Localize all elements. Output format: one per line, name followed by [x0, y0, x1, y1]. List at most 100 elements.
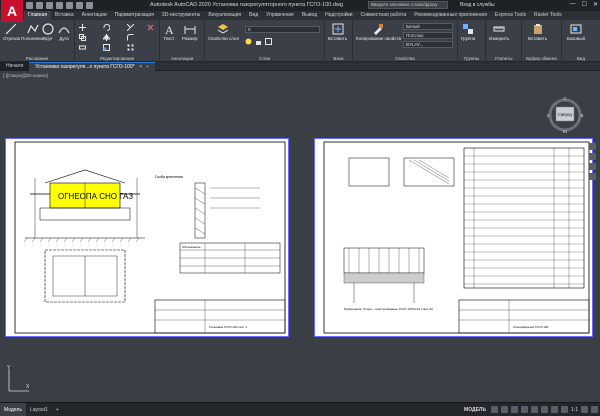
- ribbon-tab-home[interactable]: Главная: [24, 11, 52, 20]
- base-view-button[interactable]: Базовый: [567, 23, 585, 41]
- sheet-2-note: Примечание: Опоры - электросварные ГОСТ …: [344, 307, 433, 311]
- customize-icon[interactable]: [591, 406, 598, 413]
- color-dropdown[interactable]: Белый: [403, 23, 453, 30]
- annotation-group-label: Аннотации: [170, 56, 194, 61]
- grid-icon[interactable]: [491, 406, 499, 413]
- annotation-scale-icon[interactable]: [561, 406, 569, 413]
- steering-wheel-icon[interactable]: [589, 143, 596, 150]
- osnap-icon[interactable]: [531, 406, 539, 413]
- orbit-icon[interactable]: [589, 173, 596, 180]
- viewcube-east: В: [580, 113, 583, 118]
- app-logo-button[interactable]: A: [1, 0, 23, 22]
- ribbon-tab-collaborate[interactable]: Совместная работа: [357, 11, 411, 20]
- minimize-icon[interactable]: —: [570, 1, 576, 8]
- undo-icon[interactable]: [76, 2, 83, 9]
- close-tab-icon[interactable]: ✕: [139, 64, 143, 70]
- linetype-dropdown[interactable]: ПоСлою: [403, 32, 453, 39]
- model-space-toggle[interactable]: МОДЕЛЬ: [462, 407, 488, 413]
- drawing-viewport[interactable]: [-][Сверху][2D-каркас] ОГНЕОПА СНО ГАЗ С…: [0, 71, 600, 402]
- doc-tab-active[interactable]: Установка газорегуля...о пункта ГСГО-100…: [29, 61, 155, 71]
- doc-tab-start[interactable]: Начало: [0, 61, 30, 71]
- ribbon-tab-express-tools[interactable]: Express Tools: [491, 11, 530, 20]
- text-icon: A: [165, 23, 174, 35]
- ribbon-tab-visualize[interactable]: Визуализация: [204, 11, 245, 20]
- polyline-button[interactable]: Полилиния: [21, 23, 44, 41]
- model-tab[interactable]: Модель: [0, 402, 26, 416]
- add-layout-icon[interactable]: +: [52, 403, 63, 416]
- ortho-icon[interactable]: [511, 406, 519, 413]
- circle-button[interactable]: Круг: [42, 23, 54, 41]
- svg-text:X: X: [26, 384, 30, 390]
- close-icon[interactable]: ✕: [593, 1, 598, 8]
- redo-icon[interactable]: [86, 2, 93, 9]
- insert-block-button[interactable]: Вставить: [328, 23, 347, 41]
- pan-icon[interactable]: [589, 153, 596, 160]
- lineweight-icon[interactable]: [551, 406, 559, 413]
- layer-match-icon[interactable]: [265, 38, 272, 45]
- layout1-tab[interactable]: Layout1: [26, 403, 52, 416]
- open-file-icon[interactable]: [36, 2, 43, 9]
- text-button[interactable]: A Текст: [163, 23, 175, 41]
- trim-icon[interactable]: [127, 24, 134, 31]
- line-button[interactable]: Отрезок: [3, 23, 20, 41]
- erase-icon[interactable]: [147, 24, 154, 31]
- viewport-controls[interactable]: [-][Сверху][2D-каркас]: [3, 73, 48, 78]
- measure-button[interactable]: Измерить: [489, 23, 509, 41]
- rotate-icon[interactable]: [103, 24, 110, 31]
- window-title: Autodesk AutoCAD 2020 Установка газорегу…: [150, 2, 343, 8]
- ribbon-tab-3d-tools[interactable]: 3D-инструменты: [158, 11, 204, 20]
- ribbon-tab-output[interactable]: Вывод: [298, 11, 321, 20]
- document-tabs: Начало Установка газорегуля...о пункта Г…: [0, 61, 600, 71]
- snap-icon[interactable]: [501, 406, 509, 413]
- paste-button[interactable]: Вставить: [528, 23, 547, 41]
- ribbon-tab-raster-tools[interactable]: Raster Tools: [530, 11, 566, 20]
- layer-dropdown[interactable]: 0: [245, 26, 320, 33]
- search-input[interactable]: Введите ключевое слово/фразу: [368, 1, 448, 9]
- lineweight-dropdown[interactable]: BYLAY...: [403, 41, 453, 48]
- ribbon-tab-addins[interactable]: Надстройки: [321, 11, 356, 20]
- otrack-icon[interactable]: [541, 406, 549, 413]
- side-title: Скоба крепления: [155, 175, 183, 179]
- array-icon[interactable]: [127, 44, 134, 51]
- ribbon-tab-parametric[interactable]: Параметризация: [111, 11, 158, 20]
- layer-freeze-icon[interactable]: [245, 38, 252, 45]
- arc-button[interactable]: Дуга: [58, 23, 70, 41]
- stretch-icon[interactable]: [79, 44, 86, 51]
- polar-icon[interactable]: [521, 406, 529, 413]
- layer-properties-button[interactable]: Свойства слоя: [208, 23, 239, 41]
- maximize-icon[interactable]: ☐: [582, 1, 587, 8]
- arc-label: Дуга: [59, 36, 69, 41]
- sheet-2-stamp-text: Спецификация ГСГО-100: [513, 325, 549, 329]
- line-icon: [6, 23, 17, 35]
- new-tab-icon[interactable]: +: [146, 64, 149, 70]
- viewcube[interactable]: Сверху С Ю З В: [545, 93, 585, 134]
- ribbon-tab-featured-apps[interactable]: Рекомендованные приложения: [410, 11, 491, 20]
- view-group-label: Вид: [576, 56, 586, 61]
- annotation-scale-value[interactable]: 1:1: [571, 407, 578, 413]
- workspace-gear-icon[interactable]: [581, 406, 588, 413]
- save-icon[interactable]: [46, 2, 53, 9]
- fillet-icon[interactable]: [127, 34, 134, 41]
- new-file-icon[interactable]: [26, 2, 33, 9]
- match-properties-button[interactable]: Копирование свойств: [356, 23, 401, 41]
- quick-access-toolbar: [26, 2, 93, 9]
- ribbon-tab-manage[interactable]: Управление: [262, 11, 298, 20]
- print-icon[interactable]: [66, 2, 73, 9]
- copy-icon[interactable]: [79, 34, 86, 41]
- group-button[interactable]: Группа: [461, 23, 475, 41]
- scale-icon[interactable]: [103, 44, 110, 51]
- ribbon-tab-insert[interactable]: Вставка: [51, 11, 78, 20]
- layer-lock-icon[interactable]: [255, 38, 262, 45]
- ribbon-tab-annotate[interactable]: Аннотации: [78, 11, 111, 20]
- ribbon-tab-view[interactable]: Вид: [245, 11, 262, 20]
- svg-text:A: A: [165, 23, 174, 35]
- zoom-extents-icon[interactable]: [589, 163, 596, 170]
- move-icon[interactable]: [79, 24, 86, 31]
- ucs-icon: Y X: [7, 365, 30, 392]
- dimension-button[interactable]: Размер: [182, 23, 197, 41]
- mirror-icon[interactable]: [103, 34, 110, 41]
- insert-block-icon: [332, 23, 344, 35]
- signin-button[interactable]: Вход в службы: [460, 2, 495, 8]
- save-as-icon[interactable]: [56, 2, 63, 9]
- group-icon: [463, 24, 474, 34]
